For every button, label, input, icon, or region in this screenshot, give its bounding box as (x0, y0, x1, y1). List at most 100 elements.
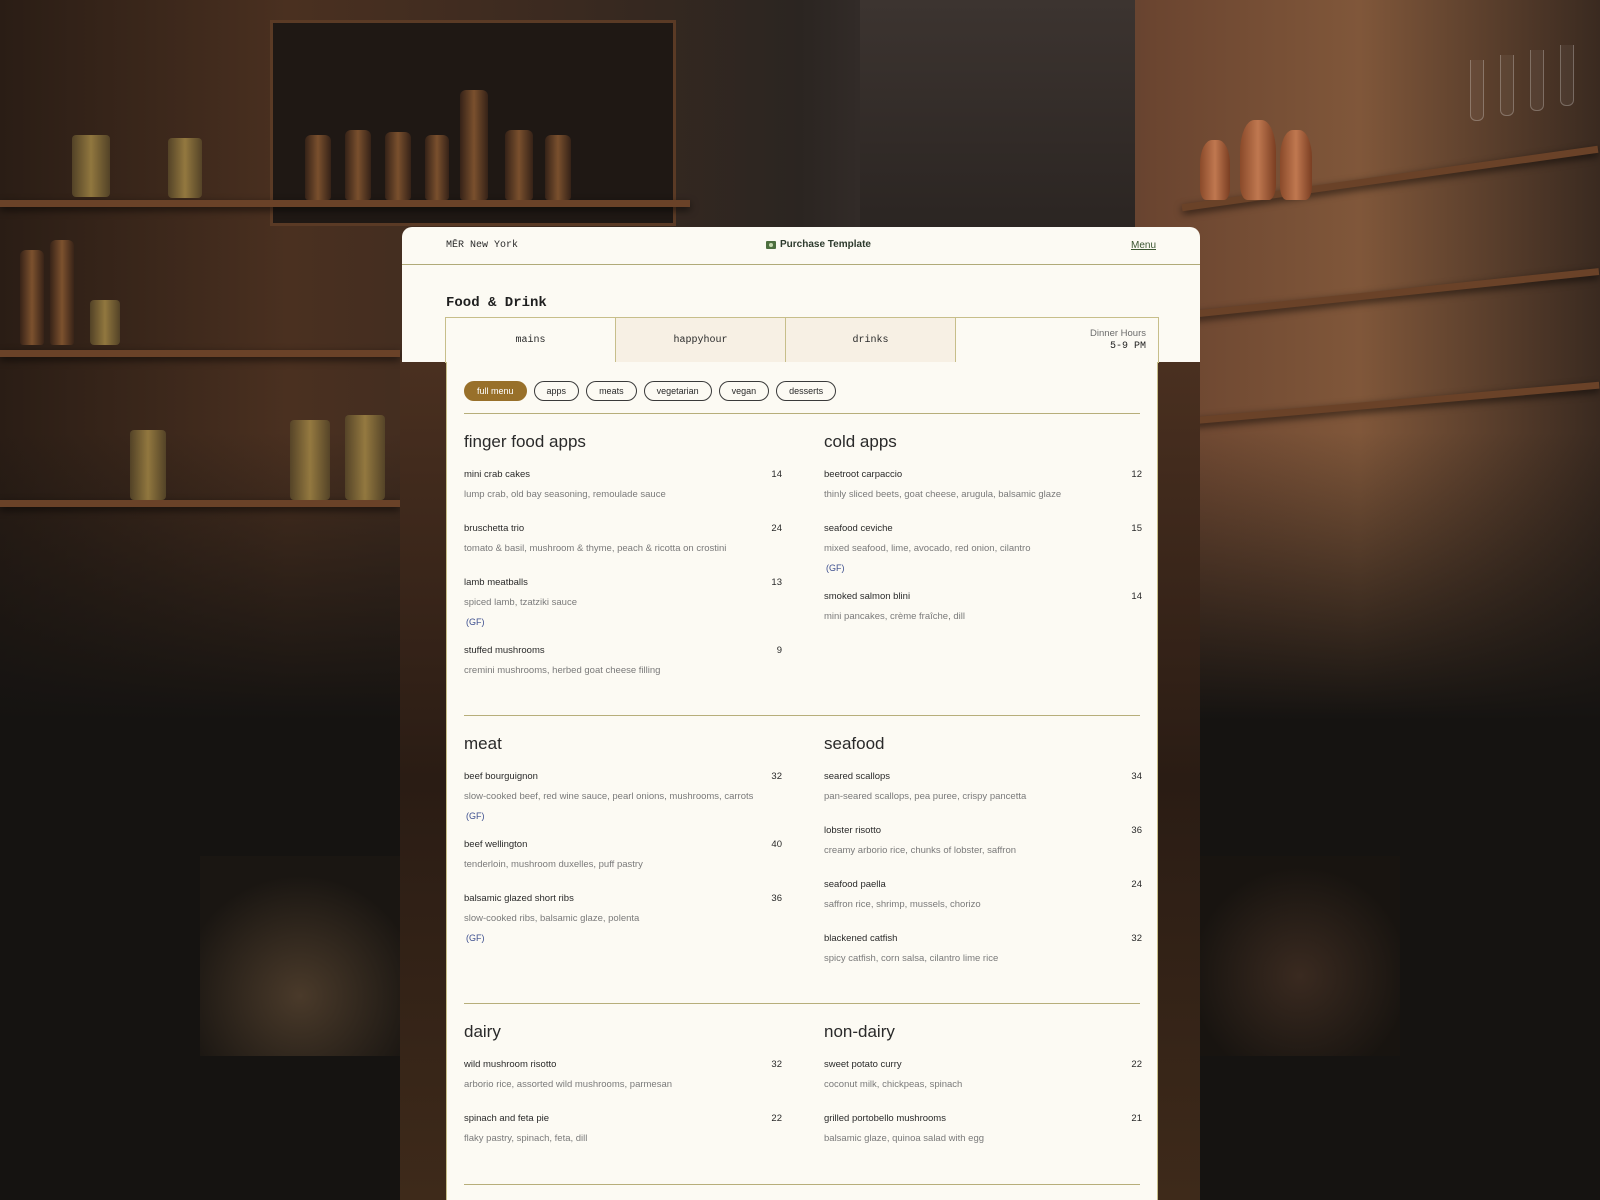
jar (345, 415, 385, 500)
divider (464, 1003, 1140, 1004)
item-description: saffron rice, shrimp, mussels, chorizo (824, 899, 981, 910)
item-description: spiced lamb, tzatziki sauce (464, 597, 577, 608)
item-name: smoked salmon blini (824, 591, 911, 602)
item-description: creamy arborio rice, chunks of lobster, … (824, 845, 1017, 856)
jar (130, 430, 166, 500)
gluten-free-tag: (GF) (466, 811, 485, 821)
section-title-dairy: dairy (464, 1022, 501, 1041)
menu-item: lobster risotto 36 creamy arborio rice, … (824, 825, 1142, 856)
item-name: stuffed mushrooms (464, 645, 545, 656)
section-title-non-dairy: non-dairy (824, 1022, 895, 1041)
item-description: spicy catfish, corn salsa, cilantro lime… (824, 953, 999, 964)
item-price: 22 (1131, 1059, 1142, 1070)
bottle (505, 130, 533, 200)
menu-header: Food & Drink mains happyhour drinks Dinn… (402, 265, 1200, 363)
item-price: 22 (771, 1113, 782, 1124)
section-title-finger-food: finger food apps (464, 432, 586, 451)
item-description: tenderloin, mushroom duxelles, puff past… (464, 859, 643, 870)
menu-item: seafood paella 24 saffron rice, shrimp, … (824, 879, 1142, 910)
item-name: bruschetta trio (464, 523, 525, 534)
item-price: 13 (771, 577, 782, 588)
menu-tabs: mains happyhour drinks Dinner Hours 5-9 … (445, 317, 1159, 363)
menu-item: spinach and feta pie 22 flaky pastry, sp… (464, 1113, 782, 1144)
item-name: seafood ceviche (824, 523, 893, 534)
hours-label: Dinner Hours (1090, 328, 1146, 339)
jar (90, 300, 120, 345)
item-name: mini crab cakes (464, 469, 530, 480)
tab-mains[interactable]: mains (446, 318, 616, 363)
purchase-template-link[interactable]: Purchase Template (766, 239, 871, 250)
item-price: 14 (1131, 591, 1142, 602)
menu-item: seared scallops 34 pan-seared scallops, … (824, 771, 1142, 802)
item-description: balsamic glaze, quinoa salad with egg (824, 1133, 985, 1144)
item-name: blackened catfish (824, 933, 898, 944)
bottle (460, 90, 488, 200)
item-description: thinly sliced beets, goat cheese, arugul… (824, 489, 1062, 500)
menu-item: beef wellington 40 tenderloin, mushroom … (464, 839, 782, 870)
item-description: slow-cooked beef, red wine sauce, pearl … (464, 791, 754, 802)
menu-item: sweet potato curry 22 coconut milk, chic… (824, 1059, 1142, 1090)
vase (1200, 140, 1230, 200)
item-name: grilled portobello mushrooms (824, 1113, 946, 1124)
jar (168, 138, 202, 198)
item-price: 40 (771, 839, 782, 850)
tab-happyhour[interactable]: happyhour (616, 318, 786, 362)
filter-desserts[interactable]: desserts (776, 381, 837, 401)
bottle (545, 135, 571, 200)
filter-meats[interactable]: meats (586, 381, 637, 401)
vase (1240, 120, 1276, 200)
jar (72, 135, 110, 197)
bottle (305, 135, 331, 200)
item-description: slow-cooked ribs, balsamic glaze, polent… (464, 913, 640, 924)
bottle (385, 132, 411, 200)
menu-item: blackened catfish 32 spicy catfish, corn… (824, 933, 1142, 964)
bottle (345, 130, 371, 200)
bottle (50, 240, 74, 345)
menu-item: stuffed mushrooms 9 cremini mushrooms, h… (464, 645, 782, 676)
section-title-cold-apps: cold apps (824, 432, 897, 451)
menu-item: lamb meatballs 13 spiced lamb, tzatziki … (464, 577, 782, 627)
filter-vegan[interactable]: vegan (718, 381, 770, 401)
item-price: 24 (1131, 879, 1142, 890)
item-name: seared scallops (824, 771, 891, 782)
item-name: lamb meatballs (464, 577, 528, 588)
item-price: 32 (1131, 933, 1142, 944)
menu-content: full menu apps meats vegetarian vegan de… (446, 362, 1158, 1200)
item-name: balsamic glazed short ribs (464, 893, 574, 904)
wine-glass (1500, 55, 1514, 116)
divider (464, 413, 1140, 414)
menu-item: beef bourguignon 32 slow-cooked beef, re… (464, 771, 782, 821)
jar (290, 420, 330, 500)
filter-vegetarian[interactable]: vegetarian (643, 381, 712, 401)
page-title: Food & Drink (446, 295, 547, 311)
bottle (20, 250, 44, 345)
item-price: 21 (1131, 1113, 1142, 1124)
dinner-hours: Dinner Hours 5-9 PM (956, 318, 1158, 362)
filter-full-menu[interactable]: full menu (464, 381, 527, 401)
item-description: lump crab, old bay seasoning, remoulade … (464, 489, 666, 500)
wine-glass (1470, 60, 1484, 121)
menu-link[interactable]: Menu (1131, 240, 1156, 251)
item-description: flaky pastry, spinach, feta, dill (464, 1133, 588, 1144)
item-price: 34 (1131, 771, 1142, 782)
item-name: beetroot carpaccio (824, 469, 903, 480)
vase (1280, 130, 1312, 200)
item-name: seafood paella (824, 879, 886, 890)
shelf (0, 500, 400, 507)
tab-drinks[interactable]: drinks (786, 318, 956, 362)
item-name: sweet potato curry (824, 1059, 902, 1070)
item-name: beef wellington (464, 839, 528, 850)
section-title-meat: meat (464, 734, 502, 753)
item-price: 24 (771, 523, 782, 534)
top-navbar: MĒR New York Purchase Template Menu (402, 227, 1200, 265)
section-title-seafood: seafood (824, 734, 885, 753)
menu-card: MĒR New York Purchase Template Menu Food… (402, 227, 1200, 1200)
filter-apps[interactable]: apps (533, 381, 580, 401)
item-name: wild mushroom risotto (464, 1059, 557, 1070)
banknote-icon (766, 240, 776, 249)
item-price: 36 (1131, 825, 1142, 836)
menu-item: mini crab cakes 14 lump crab, old bay se… (464, 469, 782, 500)
brand-logo[interactable]: MĒR New York (446, 240, 518, 251)
item-price: 32 (771, 771, 782, 782)
menu-item: beetroot carpaccio 12 thinly sliced beet… (824, 469, 1142, 500)
